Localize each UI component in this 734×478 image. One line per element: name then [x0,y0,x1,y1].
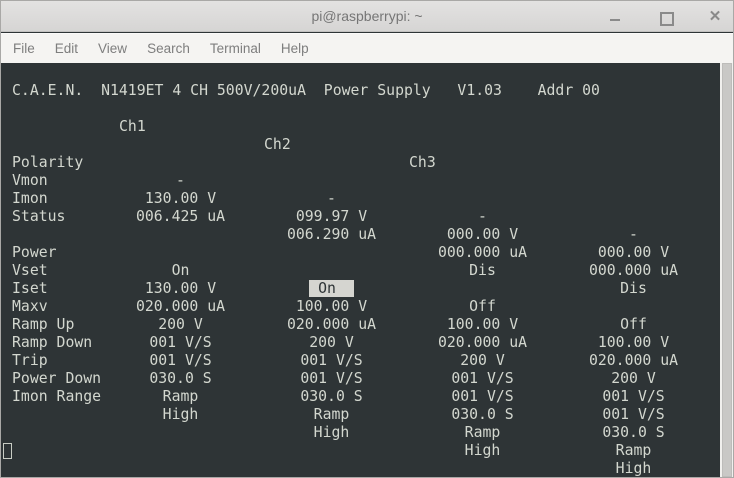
menu-terminal[interactable]: Terminal [200,36,271,61]
imon-ch1: 006.425 uA [135,208,226,225]
terminal-window: pi@raspberrypi: ~ ✕ File Edit View Searc… [0,0,734,478]
row-label: Imon Range [12,388,102,405]
table-row-vmon: Vmon 130.00 V 099.97 V 000.00 V 000.00 V [1,154,720,261]
imonrange-ch4[interactable]: High [558,460,709,477]
titlebar[interactable]: pi@raspberrypi: ~ ✕ [1,1,733,32]
minimize-icon[interactable] [607,9,623,25]
menu-view[interactable]: View [88,36,137,61]
table-row-ramp-up: Ramp Up 001 V/S 001 V/S 001 V/S 001 V/S [1,298,720,405]
table-row-imon-range: Imon Range High High High High [1,370,720,477]
terminal-screen[interactable]: C.A.E.N. N1419ET 4 CH 500V/200uA Power S… [1,63,733,477]
table-row-trip: Trip 030.0 S 030.0 S 030.0 S 030.0 S [1,334,720,441]
menu-help[interactable]: Help [271,36,319,61]
table-row-power: Power On On Off Off [1,226,720,333]
menubar: File Edit View Search Terminal Help [1,33,733,63]
imonrange-ch2[interactable]: High [256,424,407,442]
window-controls: ✕ [607,1,723,32]
polarity-ch3: - [478,208,487,225]
rampdown-ch4[interactable]: 001 V/S [558,406,709,424]
table-row-vset: Vset 130.00 V 100.00 V 100.00 V 100.00 V [1,244,720,351]
trip-ch3[interactable]: 030.0 S [407,406,558,424]
menu-search[interactable]: Search [137,36,200,61]
command-menu-line: Group Mode Reset Alarm Quit [1,442,720,460]
table-row-polarity: Polarity - - - - [1,136,720,243]
imonrange-ch1[interactable]: High [105,406,256,424]
terminal-cursor [3,443,12,459]
table-row-ramp-down: Ramp Down 001 V/S 001 V/S 001 V/S 001 V/… [1,316,720,423]
table-row-maxv: Maxv 200 V 200 V 200 V 200 V [1,280,720,387]
rampdown-ch3[interactable]: 001 V/S [407,388,558,406]
table-row-imon: Imon 006.425 uA 006.290 uA 000.000 uA 00… [1,172,720,279]
scrollbar[interactable] [720,63,733,477]
table-row-power-down: Power Down Ramp Ramp Ramp Ramp [1,352,720,459]
maximize-icon[interactable] [657,9,674,26]
table-row-status: Status Dis Dis [1,190,720,297]
scrollbar-thumb[interactable] [722,63,732,477]
table-row-iset: Iset 020.000 uA 020.000 uA 020.000 uA 02… [1,262,720,369]
powerdown-ch1[interactable]: Ramp [105,388,256,406]
trip-ch4[interactable]: 030.0 S [558,424,709,442]
app-header-line: C.A.E.N. N1419ET 4 CH 500V/200uA Power S… [1,64,720,99]
channel-header-line: Ch1 Ch2 Ch3 [1,100,720,171]
channel-header-ch1: Ch1 [119,118,146,135]
menu-file[interactable]: File [3,36,45,61]
row-label: Status [12,208,66,225]
rampup-ch4[interactable]: 001 V/S [558,388,709,406]
menu-edit[interactable]: Edit [45,36,88,61]
powerdown-ch2[interactable]: Ramp [256,406,407,424]
trip-ch2[interactable]: 030.0 S [256,388,407,406]
powerdown-ch3[interactable]: Ramp [407,424,558,442]
close-icon[interactable]: ✕ [707,8,723,25]
vmon-ch2: 099.97 V [295,208,368,225]
app-title: C.A.E.N. N1419ET 4 CH 500V/200uA Power S… [12,82,600,99]
